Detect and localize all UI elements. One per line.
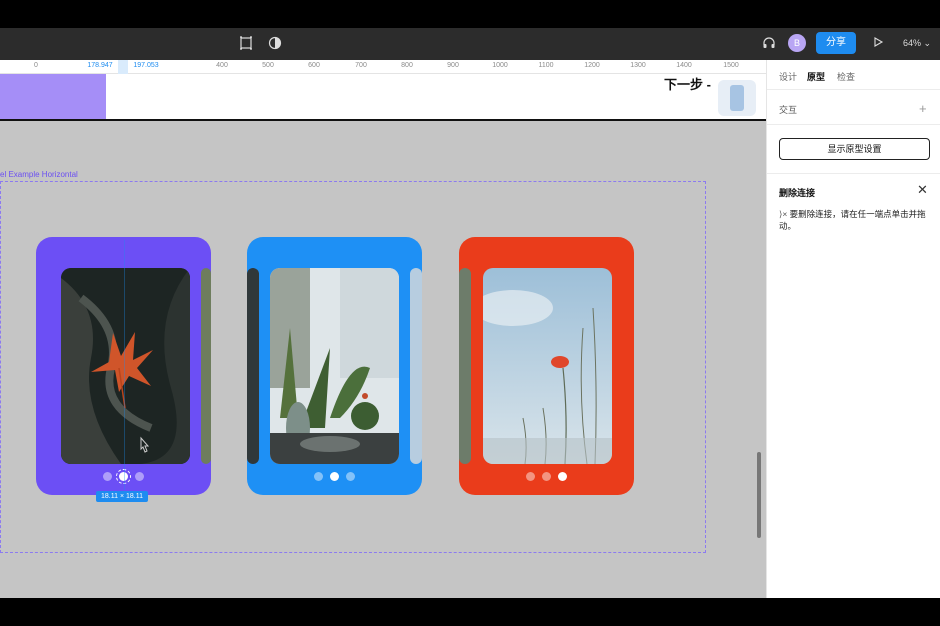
pagination-dot-active[interactable] xyxy=(558,472,567,481)
pagination-dot[interactable] xyxy=(526,472,535,481)
poppy-photo xyxy=(483,268,612,464)
pagination-dot[interactable] xyxy=(135,472,144,481)
prev-slide-peek xyxy=(247,268,259,464)
ruler-tick: 700 xyxy=(355,62,367,69)
divider xyxy=(767,124,940,125)
zoom-dropdown[interactable]: 64% ⌄ xyxy=(903,38,931,49)
next-step-text[interactable]: 下一步 - xyxy=(664,74,711,93)
tab-design[interactable]: 设计 xyxy=(779,70,797,83)
ruler-tick: 400 xyxy=(216,62,228,69)
frame-icon[interactable] xyxy=(238,36,254,52)
horizontal-ruler: 0 178.947 197.053 400 500 600 700 800 90… xyxy=(0,60,766,74)
vertical-scrollbar[interactable] xyxy=(757,452,761,538)
add-interaction-icon[interactable]: + xyxy=(919,101,927,116)
ruler-tick: 1300 xyxy=(630,62,646,69)
next-slide-peek xyxy=(201,268,211,464)
frame-label[interactable]: el Example Horizontal xyxy=(0,170,78,179)
ruler-tick-selection-end: 197.053 xyxy=(133,62,159,69)
thumbnail-inner xyxy=(730,85,744,111)
purple-block[interactable] xyxy=(0,74,106,119)
divider xyxy=(767,173,940,174)
alignment-guide xyxy=(124,240,125,490)
ruler-tick: 800 xyxy=(401,62,413,69)
thumbnail[interactable] xyxy=(718,80,756,116)
bottom-bar xyxy=(0,598,940,626)
chevron-down-icon: ⌄ xyxy=(923,38,932,48)
contrast-icon[interactable] xyxy=(267,36,283,52)
next-slide-peek xyxy=(410,268,422,464)
play-icon[interactable] xyxy=(870,36,886,52)
cactus-photo xyxy=(270,268,399,464)
share-button[interactable]: 分享 xyxy=(816,32,856,54)
close-icon[interactable]: ✕ xyxy=(917,182,928,198)
pagination-dot[interactable] xyxy=(542,472,551,481)
size-badge: 18.11 × 18.11 xyxy=(96,491,148,502)
ruler-selection-range xyxy=(118,60,128,74)
delete-connection-title: 删除连接 xyxy=(779,188,816,198)
zoom-value: 64% xyxy=(903,38,922,48)
carousel-card-blue[interactable] xyxy=(247,237,422,495)
ruler-tick: 900 xyxy=(447,62,459,69)
ruler-tick: 1000 xyxy=(492,62,508,69)
ruler-tick-selection-start: 178.947 xyxy=(87,62,113,69)
canvas[interactable]: 0 178.947 197.053 400 500 600 700 800 90… xyxy=(0,60,766,598)
delete-connection-hint: ⟩× 要删除连接，请在任一端点单击并拖动。 xyxy=(779,208,929,232)
pagination-dot-active[interactable] xyxy=(330,472,339,481)
delete-hint-text: 要删除连接，请在任一端点单击并拖动。 xyxy=(779,209,926,231)
leaf-photo xyxy=(61,268,190,464)
connection-icon: ⟩× xyxy=(779,209,788,219)
pagination-dot[interactable] xyxy=(103,472,112,481)
show-prototype-settings-button[interactable]: 显示原型设置 xyxy=(779,138,930,160)
pagination-dots xyxy=(459,472,634,484)
tab-inspect[interactable]: 检查 xyxy=(837,70,855,83)
headphones-icon[interactable] xyxy=(761,36,777,52)
ruler-tick: 500 xyxy=(262,62,274,69)
prev-slide-peek xyxy=(459,268,471,464)
ruler-tick: 1400 xyxy=(676,62,692,69)
ruler-tick: 600 xyxy=(308,62,320,69)
ruler-tick: 0 xyxy=(34,62,38,69)
interaction-section-title: 交互 xyxy=(779,105,798,115)
properties-panel: 设计 原型 检查 交互 + 显示原型设置 删除连接 ✕ ⟩× 要删除连接，请在任… xyxy=(766,60,940,598)
pagination-dot[interactable] xyxy=(346,472,355,481)
upper-frame[interactable]: 下一步 - xyxy=(0,74,766,121)
pagination-dots xyxy=(247,472,422,484)
tab-prototype[interactable]: 原型 xyxy=(807,70,825,83)
ruler-tick: 1100 xyxy=(538,62,554,69)
divider xyxy=(767,89,940,90)
carousel-card-red[interactable] xyxy=(459,237,634,495)
avatar[interactable]: B xyxy=(788,34,806,52)
ruler-tick: 1500 xyxy=(723,62,739,69)
ruler-tick: 1200 xyxy=(584,62,600,69)
pagination-dot[interactable] xyxy=(314,472,323,481)
